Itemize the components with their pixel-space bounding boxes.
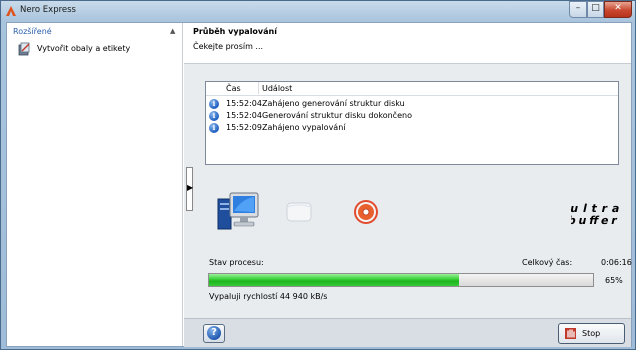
minimize-icon: – [575,3,581,13]
info-icon: i [209,99,219,109]
total-time-value: 0:06:16 [601,258,632,267]
sidebar-toggle-handle[interactable]: ▶ [186,167,193,211]
column-header-event[interactable]: Událost [262,84,292,93]
info-icon: i [209,111,219,121]
disc-blank-icon [286,202,312,222]
process-icons: ultra buffer [184,183,631,249]
log-row[interactable]: i 15:52:04 Zahájeno generování struktur … [206,99,618,110]
log-time: 15:52:09 [226,123,262,132]
page-subtitle: Čekejte prosím ... [193,42,264,51]
expand-arrow-icon: ▶ [187,183,194,192]
close-button[interactable]: ✕ [604,1,632,18]
progress-bar-fill [209,274,459,286]
burn-speed-text: Vypaluji rychlostí 44 940 kB/s [209,292,328,301]
burning-disc-icon [354,200,378,224]
window-title: Nero Express [20,5,76,15]
status-label: Stav procesu: [209,258,264,267]
stop-hand-icon [565,328,576,339]
column-header-time[interactable]: Čas [226,84,241,93]
column-divider[interactable] [258,82,259,94]
close-icon: ✕ [614,3,622,13]
help-icon: ? [207,326,221,340]
log-time: 15:52:04 [226,111,262,120]
log-event: Generování struktur disku dokončeno [262,111,412,120]
progress-bar [208,273,594,287]
collapse-arrow-icon[interactable]: ▲ [170,27,175,35]
cover-designer-icon [18,42,30,56]
main-panel: Průběh vypalování Čekejte prosím ... Čas… [184,23,632,347]
help-button[interactable]: ? [203,324,225,343]
ultrabuffer-logo: ultra buffer [571,202,621,227]
log-row[interactable]: i 15:52:09 Zahájeno vypalování [206,123,618,134]
log-time: 15:52:04 [226,99,262,108]
title-bar[interactable]: Nero Express – □ ✕ [1,1,635,21]
minimize-button[interactable]: – [569,1,587,18]
event-log-list[interactable]: Čas Událost i 15:52:04 Zahájeno generová… [205,81,619,165]
progress-percent: 65% [605,276,623,285]
nero-logo-icon [6,6,16,16]
sidebar: Rozšířené ▲ Vytvořit obaly a etikety [7,23,183,346]
stop-button[interactable]: Stop [558,323,625,344]
stop-button-label: Stop [582,329,601,338]
sidebar-item-label: Vytvořit obaly a etikety [37,44,131,53]
svg-text:ultra: ultra [571,202,621,215]
log-event: Zahájeno vypalování [262,123,346,132]
log-row[interactable]: i 15:52:04 Generování struktur disku dok… [206,111,618,122]
log-event: Zahájeno generování struktur disku [262,99,405,108]
total-time-label: Celkový čas: [522,258,573,267]
maximize-button[interactable]: □ [587,1,604,18]
log-header: Čas Událost [206,82,618,96]
client-area: Rozšířené ▲ Vytvořit obaly a etikety Prů… [6,22,632,347]
sidebar-section-title: Rozšířené [13,27,52,36]
footer-bar: ? Stop [184,318,631,347]
sidebar-item-create-covers[interactable]: Vytvořit obaly a etikety [17,42,177,56]
computer-icon [217,192,259,230]
maximize-icon: □ [591,3,600,13]
sidebar-section-header[interactable]: Rozšířené ▲ [7,26,182,38]
page-title: Průběh vypalování [193,27,277,36]
page-header: Průběh vypalování Čekejte prosím ... [184,23,631,64]
info-icon: i [209,123,219,133]
app-window: Nero Express – □ ✕ Rozšířené ▲ Vytvořit … [0,0,636,350]
svg-text:buffer: buffer [571,214,619,227]
